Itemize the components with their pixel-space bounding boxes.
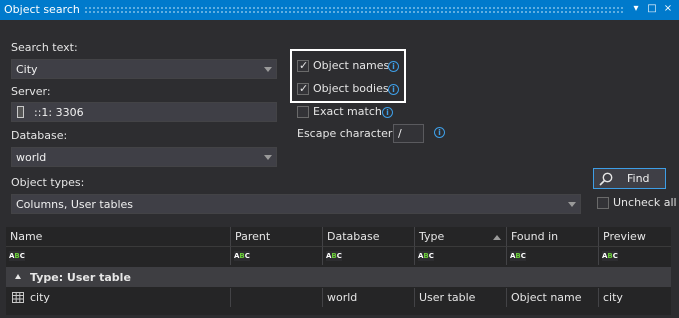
find-button[interactable]: Find xyxy=(593,168,666,189)
text-filter-icon: ABC xyxy=(234,251,250,261)
dropdown-menu-icon[interactable]: ▾ xyxy=(629,2,643,16)
escape-character-label: Escape character: xyxy=(297,127,396,140)
object-bodies-label: Object bodies xyxy=(313,82,389,95)
column-header-parent[interactable]: Parent xyxy=(231,227,323,246)
info-icon[interactable]: i xyxy=(382,107,393,118)
filter-cell-preview[interactable]: ABC xyxy=(599,246,671,265)
search-text-value: City xyxy=(16,63,38,76)
chevron-down-icon[interactable] xyxy=(264,67,272,72)
column-header-found-in[interactable]: Found in xyxy=(507,227,599,246)
text-filter-icon: ABC xyxy=(510,251,526,261)
table-row-cell-name[interactable]: city xyxy=(6,288,231,307)
object-types-combo[interactable]: Columns, User tables xyxy=(11,194,581,214)
exact-match-checkbox[interactable] xyxy=(297,106,309,118)
object-types-label: Object types: xyxy=(11,176,85,189)
filter-cell-database[interactable]: ABC xyxy=(323,246,415,265)
group-label: Type: User table xyxy=(30,271,131,284)
info-icon[interactable]: i xyxy=(388,84,399,95)
filter-cell-type[interactable]: ABC xyxy=(415,246,507,265)
sort-ascending-icon xyxy=(493,235,501,240)
maximize-icon[interactable]: □ xyxy=(645,2,659,16)
table-icon xyxy=(12,292,24,303)
column-header-name[interactable]: Name xyxy=(6,227,231,246)
close-icon[interactable]: × xyxy=(661,2,675,16)
filter-cell-found-in[interactable]: ABC xyxy=(507,246,599,265)
column-header-database[interactable]: Database xyxy=(323,227,415,246)
search-text-label: Search text: xyxy=(11,41,78,54)
table-row-cell-database[interactable]: world xyxy=(323,288,415,307)
object-bodies-checkbox[interactable] xyxy=(297,82,309,95)
database-label: Database: xyxy=(11,129,68,142)
text-filter-icon: ABC xyxy=(9,251,25,261)
group-row[interactable]: Type: User table xyxy=(6,267,671,287)
object-types-value: Columns, User tables xyxy=(16,198,134,211)
search-text-combo[interactable]: City xyxy=(11,59,277,79)
info-icon[interactable]: i xyxy=(434,127,445,138)
chevron-down-icon[interactable] xyxy=(264,155,272,160)
server-icon xyxy=(17,106,24,118)
object-names-label: Object names xyxy=(313,59,390,72)
table-row-cell-found-in[interactable]: Object name xyxy=(507,288,599,307)
find-button-label: Find xyxy=(627,172,650,185)
server-combo[interactable]: ::1: 3306 xyxy=(11,102,277,122)
title-grip[interactable] xyxy=(84,6,624,13)
table-row-cell-preview[interactable]: city xyxy=(599,288,671,307)
uncheck-all-checkbox[interactable] xyxy=(597,197,609,209)
escape-character-input[interactable]: / xyxy=(393,124,424,143)
results-grid: Name Parent Database Type Found in Previ… xyxy=(6,227,671,315)
filter-cell-parent[interactable]: ABC xyxy=(231,246,323,265)
info-icon[interactable]: i xyxy=(388,61,399,72)
text-filter-icon: ABC xyxy=(418,251,434,261)
database-combo[interactable]: world xyxy=(11,147,277,167)
title-bar: Object search ▾ □ × xyxy=(0,0,679,20)
search-icon xyxy=(599,172,613,186)
filter-cell-name[interactable]: ABC xyxy=(6,246,231,265)
database-value: world xyxy=(16,151,47,164)
uncheck-all-label: Uncheck all xyxy=(613,196,677,209)
exact-match-label: Exact match xyxy=(313,105,382,118)
server-value: ::1: 3306 xyxy=(34,106,84,119)
table-row-cell-parent[interactable] xyxy=(231,288,323,307)
chevron-down-icon[interactable] xyxy=(568,202,576,207)
server-label: Server: xyxy=(11,85,51,98)
table-row-cell-type[interactable]: User table xyxy=(415,288,507,307)
collapse-triangle-icon[interactable] xyxy=(15,274,21,279)
column-header-type[interactable]: Type xyxy=(415,227,507,246)
text-filter-icon: ABC xyxy=(326,251,342,261)
text-filter-icon: ABC xyxy=(602,251,618,261)
escape-character-value: / xyxy=(398,127,402,140)
object-names-checkbox[interactable] xyxy=(297,59,309,72)
column-header-preview[interactable]: Preview xyxy=(599,227,671,246)
window-title: Object search xyxy=(4,3,80,16)
